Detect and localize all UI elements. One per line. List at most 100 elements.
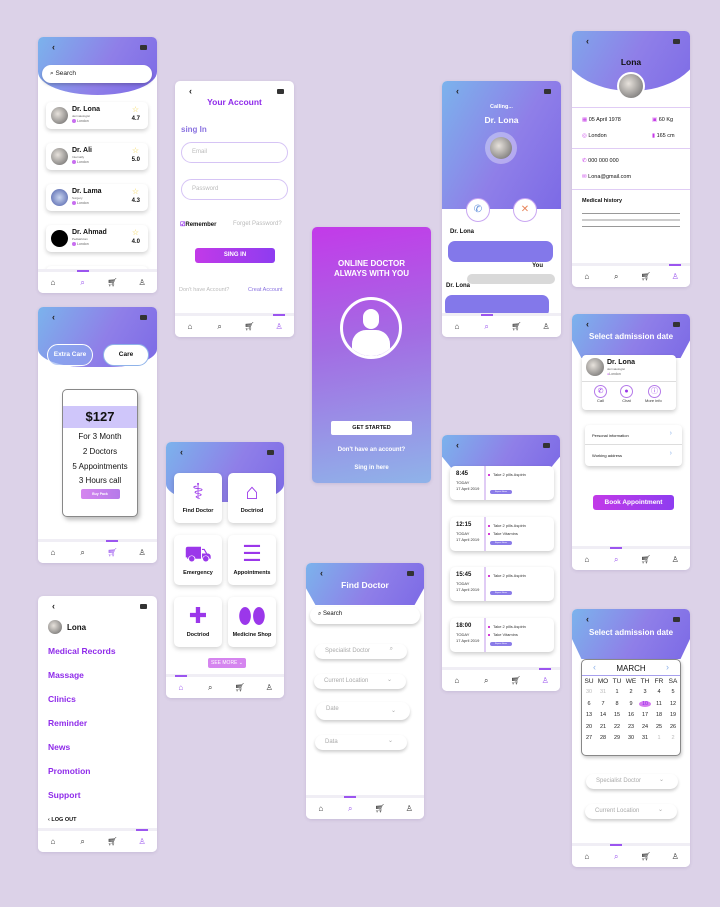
data-select[interactable]: Data ⌄ [315,735,407,750]
search-icon[interactable]: ⌕ [212,322,228,332]
search-icon[interactable]: ⌕ [608,272,624,282]
back-icon[interactable]: ‹ [189,87,192,96]
calendar-day[interactable]: 30 [625,735,637,741]
cart-icon[interactable]: 🛒︎ [508,676,524,685]
user-icon[interactable]: ♙ [538,322,554,331]
buy-pack-button[interactable]: Buy Pack [80,489,120,499]
user-icon[interactable]: ♙ [134,278,150,287]
search-icon[interactable]: ⌕ [342,795,358,814]
menu-icon[interactable] [673,322,680,327]
tile-doctriod[interactable]: ⌂ Doctriod [228,473,276,523]
menu-icon[interactable] [407,571,414,576]
doctor-card[interactable]: Dr. Ahmad Pediatrician London ☆ 4.0 [46,225,148,252]
calendar-day[interactable]: 8 [611,701,623,707]
create-account-link[interactable]: Creat Account [248,287,283,293]
calendar-day[interactable]: 12 [667,701,679,707]
cart-icon[interactable]: 🛒︎ [241,322,257,331]
home-icon[interactable]: ⌂ [579,852,595,861]
more-info-button[interactable]: ⓘ More info [645,385,662,403]
calendar-day[interactable]: 29 [611,735,623,741]
calendar-day[interactable]: 18 [653,712,665,718]
doctor-card[interactable]: Dr. Ali Internally London ☆ 5.0 [46,143,148,170]
calendar-day[interactable]: 31 [597,689,609,695]
calendar-day[interactable]: 14 [597,712,609,718]
search-input[interactable]: ⌕ Search [310,607,420,624]
menu-icon[interactable] [140,604,147,609]
next-month-button[interactable]: › [666,662,669,672]
remember-checkbox[interactable]: ☑Remember [180,221,216,228]
calendar-day[interactable]: 24 [639,724,651,730]
password-field[interactable]: Password [181,179,288,200]
home-icon[interactable]: ⌂ [579,555,595,564]
tile-appointments[interactable]: ☰ Appointments [228,535,276,585]
back-icon[interactable]: ‹ [180,448,183,457]
menu-icon[interactable] [140,315,147,320]
back-icon[interactable]: ‹ [456,87,459,96]
forgot-password-link[interactable]: Forget Password? [233,221,282,227]
cart-icon[interactable]: 🛒︎ [104,540,120,557]
calendar-day[interactable]: 7 [597,701,609,707]
back-icon[interactable]: ‹ [52,43,55,52]
menu-item[interactable]: Promotion [48,766,91,776]
search-icon[interactable]: ⌕ [202,683,218,693]
menu-item[interactable]: News [48,742,70,752]
home-icon[interactable]: ⌂ [45,837,61,846]
calendar-day[interactable]: 1 [653,735,665,741]
calendar-day[interactable]: 28 [597,735,609,741]
calendar-day[interactable]: 19 [667,712,679,718]
calendar-day[interactable]: 6 [583,701,595,707]
calendar-day[interactable]: 21 [597,724,609,730]
personal-info-row[interactable]: Personal information › [585,425,682,445]
see-more-button[interactable]: SEE MORE ⌄ [208,658,246,668]
working-address-row[interactable]: Working address › [585,445,682,465]
calendar-day[interactable]: 23 [625,724,637,730]
menu-icon[interactable] [544,89,551,94]
calendar-day[interactable]: 1 [611,689,623,695]
home-icon[interactable]: ⌂ [313,804,329,813]
calendar-day[interactable]: 3 [639,689,651,695]
logout-button[interactable]: ‹ LOG OUT [48,817,76,823]
cart-icon[interactable]: 🛒︎ [104,278,120,287]
menu-icon[interactable] [140,45,147,50]
location-select[interactable]: Current Location ⌄ [585,804,677,819]
back-icon[interactable]: ‹ [456,441,459,450]
tile-medicine-shop[interactable]: ⬮⬮ Medicine Shop [228,597,276,647]
menu-icon[interactable] [277,89,284,94]
get-started-button[interactable]: GET STARTED [331,421,412,435]
search-icon[interactable]: ⌕ [479,313,495,332]
menu-icon[interactable] [267,450,274,455]
search-input[interactable]: ⌕ Search [42,65,152,83]
home-icon[interactable]: ⌂ [449,676,465,685]
search-icon[interactable]: ⌕ [608,546,624,565]
cart-icon[interactable]: 🛒︎ [104,837,120,846]
back-icon[interactable]: ‹ [586,615,589,624]
chat-button[interactable]: ● Chat [620,385,633,403]
search-icon[interactable]: ⌕ [75,837,91,847]
user-icon[interactable]: ♙ [667,264,683,281]
calendar-day[interactable]: 30 [583,689,595,695]
cart-icon[interactable]: 🛒︎ [372,804,388,813]
calendar-day[interactable]: 17 [639,712,651,718]
calendar-day[interactable]: 4 [653,689,665,695]
user-icon[interactable]: ♙ [134,829,150,846]
home-icon[interactable]: ⌂ [45,278,61,287]
user-icon[interactable]: ♙ [271,314,287,331]
cart-icon[interactable]: 🛒︎ [232,683,248,692]
tile-find-doctor[interactable]: ⚕ Find Doctor [174,473,222,523]
reminder-card[interactable]: 15:45 TODAY 17 April 2019 Take 2 pills Aspi… [450,567,554,601]
calendar-day[interactable]: 11 [653,701,665,707]
specialist-select[interactable]: Specialist Doctor ⌄ [586,774,678,789]
tile-doctriod-kit[interactable]: ✚ Doctriod [174,597,222,647]
calendar-day[interactable]: 27 [583,735,595,741]
decline-call-button[interactable]: ✕ [513,198,537,222]
tile-emergency[interactable]: ⛟ Emergency [174,535,222,585]
user-icon[interactable]: ♙ [401,804,417,813]
calendar-day[interactable]: 26 [667,724,679,730]
email-field[interactable]: Email [181,142,288,163]
reminder-card[interactable]: 8:45 TODAY 17 April 2019 Take 2 pills Aspir… [450,466,554,500]
search-icon[interactable]: ⌕ [478,676,494,686]
doctor-card[interactable]: Dr. Lona dermatologist London ☆ 4.7 [46,102,148,129]
cart-icon[interactable]: 🛒︎ [638,555,654,564]
sign-in-link[interactable]: Sing in here [312,465,431,471]
calendar-day[interactable]: 20 [583,724,595,730]
